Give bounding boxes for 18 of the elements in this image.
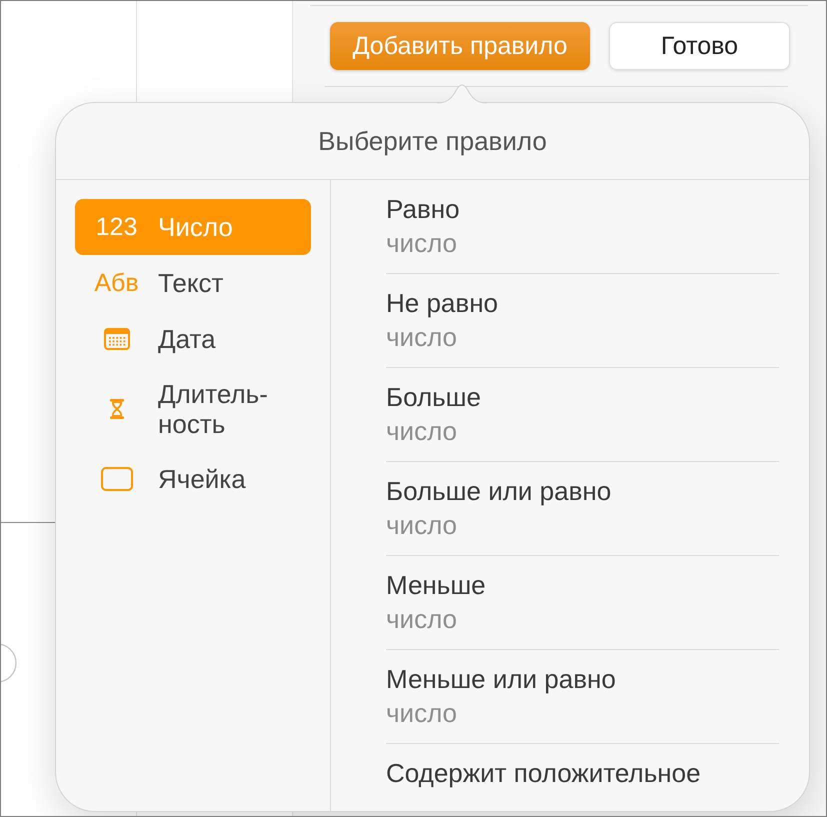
rule-option[interactable]: Меньше или равно число [386,650,779,744]
rectangle-icon [100,467,132,491]
popover-title: Выберите правило [318,126,547,156]
category-item[interactable]: Дата [75,311,311,367]
rule-option[interactable]: Меньше число [386,556,779,650]
category-item[interactable]: Ячейка [75,451,311,507]
rule-option[interactable]: Равно число [386,180,779,274]
rule-option[interactable]: Не равно число [386,274,779,368]
category-item[interactable]: Абв Текст [75,255,311,311]
category-glyph: Абв [94,268,139,298]
rule-option[interactable]: Содержит положительное [386,744,779,794]
category-item[interactable]: Длитель- ность [75,367,311,451]
category-glyph: 123 [96,212,138,242]
rule-option[interactable]: Больше или равно число [386,462,779,556]
done-button[interactable]: Готово [609,22,790,70]
rule-option[interactable]: Больше число [386,368,779,462]
hourglass-icon [110,399,124,419]
calendar-icon [104,328,130,350]
